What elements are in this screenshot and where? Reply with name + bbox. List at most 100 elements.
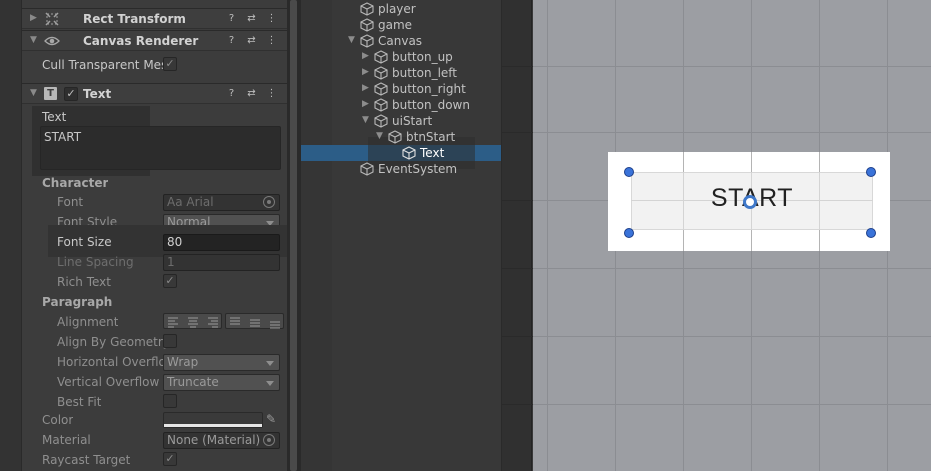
font-row: Font Aa Arial <box>22 192 287 212</box>
gameobject-cube-icon <box>360 18 374 32</box>
object-picker-icon[interactable] <box>263 434 275 446</box>
horizontal-alignment-group <box>163 313 222 329</box>
rect-transform-icon <box>45 12 59 26</box>
align-by-geometry-label: Align By Geometry <box>57 335 170 349</box>
hierarchy-item-label: game <box>378 18 413 32</box>
color-alpha-bar <box>164 424 262 427</box>
eye-icon <box>44 36 60 46</box>
inspector-panel: ▶ Rect Transform ? ⇄ ⋮ ▼ Canvas Renderer… <box>0 0 287 471</box>
paragraph-header-row: Paragraph <box>22 292 287 312</box>
material-label: Material <box>42 433 91 447</box>
eyedropper-icon[interactable]: ✎ <box>266 412 276 426</box>
font-size-row: Font Size 80 <box>22 232 287 252</box>
vertical-alignment-group <box>225 313 284 329</box>
fold-arrow-icon[interactable]: ▶ <box>30 13 37 23</box>
line-spacing-label: Line Spacing <box>57 255 134 269</box>
hierarchy-item-label: Canvas <box>378 34 423 48</box>
cull-transparent-label: Cull Transparent Mes <box>42 58 168 72</box>
gameobject-cube-icon <box>388 130 402 144</box>
font-size-label: Font Size <box>57 235 112 249</box>
best-fit-label: Best Fit <box>57 395 102 409</box>
raycast-target-row: Raycast Target ✓ <box>22 450 287 470</box>
vertical-overflow-label: Vertical Overflow <box>57 375 160 389</box>
rect-handle-bottom-right[interactable] <box>866 228 876 238</box>
canvas-renderer-header[interactable]: ▼ Canvas Renderer ? ⇄ ⋮ <box>22 30 287 51</box>
cull-transparent-checkbox[interactable]: ✓ <box>163 57 177 71</box>
expand-arrow-icon[interactable]: ▼ <box>348 35 355 45</box>
align-by-geometry-row: Align By Geometry <box>22 332 287 352</box>
presets-icon[interactable]: ⇄ <box>245 87 258 100</box>
gameobject-cube-icon <box>360 2 374 16</box>
hierarchy-item-label: button_down <box>392 98 470 112</box>
text-field-label: Text <box>42 110 67 124</box>
inspector-gutter <box>0 0 22 471</box>
align-by-geometry-checkbox[interactable] <box>163 334 177 348</box>
help-icon[interactable]: ? <box>225 87 238 100</box>
raycast-target-checkbox[interactable]: ✓ <box>163 452 177 466</box>
horizontal-overflow-label: Horizontal Overflow <box>57 355 163 369</box>
alignment-row: Alignment <box>22 312 287 332</box>
canvas-renderer-title: Canvas Renderer <box>83 34 199 48</box>
expand-arrow-icon[interactable]: ▼ <box>362 115 369 125</box>
hierarchy-item-label: button_left <box>392 66 458 80</box>
font-size-field[interactable]: 80 <box>163 234 280 251</box>
scene-view[interactable]: START <box>533 0 931 471</box>
best-fit-row: Best Fit <box>22 392 287 412</box>
cull-transparent-row: Cull Transparent Mes ✓ <box>22 55 287 75</box>
font-label: Font <box>57 195 84 209</box>
line-spacing-field[interactable]: 1 <box>163 254 280 271</box>
best-fit-checkbox[interactable] <box>163 394 177 408</box>
fold-arrow-icon[interactable]: ▼ <box>30 35 37 45</box>
expand-arrow-icon[interactable]: ▼ <box>376 131 383 141</box>
rect-handle-bottom-left[interactable] <box>624 228 634 238</box>
expand-arrow-icon[interactable]: ▶ <box>362 67 369 77</box>
text-component-header[interactable]: ▼ T ✓ Text ? ⇄ ⋮ <box>22 83 287 104</box>
hierarchy-item-label: uiStart <box>392 114 433 128</box>
fold-arrow-icon[interactable]: ▼ <box>30 88 37 98</box>
presets-icon[interactable]: ⇄ <box>245 34 258 47</box>
inspector-scrollbar[interactable] <box>290 0 297 471</box>
gameobject-cube-icon <box>374 114 388 128</box>
horizontal-overflow-row: Horizontal Overflow Wrap <box>22 352 287 372</box>
paragraph-header: Paragraph <box>42 295 113 309</box>
rect-handle-top-right[interactable] <box>866 167 876 177</box>
pivot-icon[interactable] <box>743 195 757 209</box>
context-menu-icon[interactable]: ⋮ <box>265 34 278 47</box>
hierarchy-item-label: button_right <box>392 82 466 96</box>
rect-transform-header[interactable]: ▶ Rect Transform ? ⇄ ⋮ <box>22 8 287 29</box>
hierarchy-item-label: btnStart <box>406 130 456 144</box>
color-swatch[interactable] <box>163 412 263 428</box>
hierarchy-item-label: button_up <box>392 50 453 64</box>
gameobject-cube-icon <box>374 66 388 80</box>
vertical-overflow-dropdown[interactable]: Truncate <box>163 374 280 391</box>
text-enabled-checkbox[interactable]: ✓ <box>64 87 78 101</box>
material-row: Material None (Material) <box>22 430 287 450</box>
text-content-textarea[interactable]: START <box>40 126 281 170</box>
rich-text-row: Rich Text ✓ <box>22 272 287 292</box>
context-menu-icon[interactable]: ⋮ <box>265 12 278 25</box>
rich-text-label: Rich Text <box>57 275 111 289</box>
expand-arrow-icon[interactable]: ▶ <box>362 51 369 61</box>
help-icon[interactable]: ? <box>225 34 238 47</box>
hierarchy-item-label: player <box>378 2 416 16</box>
gameobject-cube-icon <box>374 82 388 96</box>
expand-arrow-icon[interactable]: ▶ <box>362 83 369 93</box>
gameobject-cube-icon <box>374 98 388 112</box>
horizontal-overflow-dropdown[interactable]: Wrap <box>163 354 280 371</box>
color-row: Color ✎ <box>22 410 287 430</box>
expand-arrow-icon[interactable]: ▶ <box>362 99 369 109</box>
gameobject-cube-icon <box>374 50 388 64</box>
rect-transform-title: Rect Transform <box>83 12 186 26</box>
object-picker-icon[interactable] <box>263 196 275 208</box>
alignment-label: Alignment <box>57 315 119 329</box>
presets-icon[interactable]: ⇄ <box>245 12 258 25</box>
character-header-row: Character <box>22 173 287 193</box>
context-menu-icon[interactable]: ⋮ <box>265 87 278 100</box>
help-icon[interactable]: ? <box>225 12 238 25</box>
gameobject-cube-icon <box>360 34 374 48</box>
rich-text-checkbox[interactable]: ✓ <box>163 274 177 288</box>
hierarchy-item-label: EventSystem <box>378 162 458 176</box>
rect-handle-top-left[interactable] <box>624 167 634 177</box>
hierarchy-right-margin <box>501 0 533 471</box>
gameobject-cube-icon <box>360 162 374 176</box>
